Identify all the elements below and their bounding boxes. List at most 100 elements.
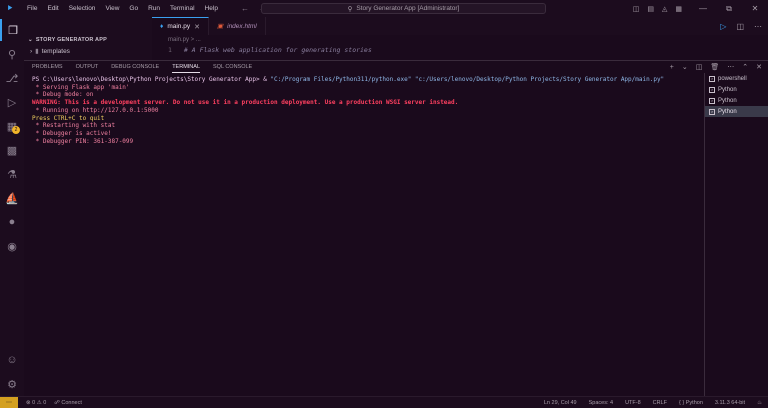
menu-bar: File Edit Selection View Go Run Terminal… (22, 0, 223, 17)
tab-label: index.html (227, 22, 257, 30)
notifications-bell-icon[interactable]: ♨ (757, 400, 762, 406)
problems-status[interactable]: ⊗ 0 ⚠ 0 (26, 400, 46, 406)
testing-icon[interactable]: ⚗ (0, 163, 24, 185)
extensions-icon[interactable]: ▦2 (0, 115, 24, 137)
folder-templates[interactable]: › ▮ templates (30, 46, 70, 56)
layout-controls: ◫ ▤ ◬ ▦ (633, 0, 682, 17)
terminal-prompt: PS C:\Users\lenovo\Desktop\Python Projec… (32, 76, 264, 83)
python-interpreter[interactable]: 3.11.3 64-bit (715, 400, 745, 406)
menu-selection[interactable]: Selection (64, 0, 101, 17)
maximize-panel-icon[interactable]: ⌃ (742, 63, 748, 71)
customize-layout-icon[interactable]: ▦ (675, 5, 682, 13)
menu-help[interactable]: Help (200, 0, 223, 17)
remote-explorer-icon[interactable]: ▩ (0, 139, 24, 161)
extensions-badge: 2 (12, 126, 20, 134)
split-terminal-icon[interactable]: ◫ (696, 63, 703, 71)
menu-file[interactable]: File (22, 0, 42, 17)
bottom-panel: PROBLEMS OUTPUT DEBUG CONSOLE TERMINAL S… (24, 60, 768, 397)
database-icon[interactable]: ● (0, 211, 24, 233)
minimize-icon[interactable]: — (690, 0, 716, 17)
settings-gear-icon[interactable]: ⚙ (0, 373, 24, 395)
toggle-secondary-sidebar-icon[interactable]: ◬ (662, 5, 667, 13)
activity-bar: ❐ ⚲ ⎇ ▷ ▦2 ▩ ⚗ ⛵ ● ◉ ☺ ⚙ (0, 17, 24, 396)
tab-debug-console[interactable]: DEBUG CONSOLE (111, 61, 159, 73)
terminal-instance-powershell[interactable]: > powershell (705, 73, 768, 84)
tab-main-py[interactable]: ♦ main.py ✕ (152, 17, 209, 35)
title-bar: ⯈ File Edit Selection View Go Run Termin… (0, 0, 768, 17)
restore-icon[interactable]: ⧉ (716, 0, 742, 17)
terminal-line: Press CTRL+C to quit (32, 114, 105, 122)
json-icon[interactable]: ◉ (0, 235, 24, 257)
python-file-icon: ♦ (160, 23, 164, 30)
run-debug-icon[interactable]: ▷ (0, 91, 24, 113)
terminal-line[interactable]: * Running on http://127.0.0.1:5000 (32, 107, 706, 115)
terminal-command-line: PS C:\Users\lenovo\Desktop\Python Projec… (32, 76, 706, 84)
back-arrow-icon[interactable]: ← (241, 4, 249, 13)
terminal-icon: > (709, 97, 715, 104)
terminal-instance-label: Python (718, 86, 737, 93)
new-terminal-icon[interactable]: + (670, 64, 674, 71)
terminal-icon: > (709, 108, 715, 115)
source-control-icon[interactable]: ⎇ (0, 67, 24, 89)
close-panel-icon[interactable]: ✕ (756, 63, 762, 71)
terminal-icon: > (709, 86, 715, 93)
split-editor-icon[interactable]: ◫ (736, 22, 744, 31)
terminal-line: * Debugger is active! (32, 129, 112, 137)
terminal-line: * Serving Flask app 'main' (32, 83, 130, 91)
more-actions-icon[interactable]: ⋯ (754, 22, 762, 31)
command-center-search[interactable]: ⚲ Story Generator App [Administrator] (261, 3, 546, 14)
menu-go[interactable]: Go (124, 0, 143, 17)
language-label: Python (685, 399, 703, 406)
status-right: Ln 29, Col 49 Spaces: 4 UTF-8 CRLF { } P… (544, 400, 762, 406)
tab-sql-console[interactable]: SQL CONSOLE (213, 61, 252, 73)
terminal-line: * Debug mode: on (32, 91, 94, 99)
account-icon[interactable]: ☺ (0, 349, 24, 371)
menu-run[interactable]: Run (143, 0, 165, 17)
cursor-position[interactable]: Ln 29, Col 49 (544, 400, 577, 406)
run-python-icon[interactable]: ▷ (720, 22, 726, 31)
tab-index-html[interactable]: ▣ index.html (209, 17, 266, 35)
breadcrumb[interactable]: main.py > ... (168, 37, 201, 43)
terminal-instance-python-active[interactable]: > Python (705, 106, 768, 117)
tab-problems[interactable]: PROBLEMS (32, 61, 63, 73)
connect-status[interactable]: ☍ Connect (54, 400, 82, 406)
terminal-instance-label: Python (718, 108, 737, 115)
close-icon[interactable]: ✕ (742, 0, 768, 17)
search-activity-icon[interactable]: ⚲ (0, 43, 24, 65)
encoding[interactable]: UTF-8 (625, 400, 641, 406)
panel-tabs: PROBLEMS OUTPUT DEBUG CONSOLE TERMINAL S… (24, 61, 768, 73)
kill-terminal-icon[interactable]: 🗑 (710, 63, 719, 71)
terminal-icon: > (709, 75, 715, 82)
terminal-output[interactable]: PS C:\Users\lenovo\Desktop\Python Projec… (32, 76, 706, 396)
explorer-header[interactable]: ⌄ STORY GENERATOR APP (24, 35, 152, 45)
menu-terminal[interactable]: Terminal (165, 0, 200, 17)
tab-terminal[interactable]: TERMINAL (172, 61, 200, 73)
vscode-logo-icon: ⯈ (6, 3, 14, 13)
indentation[interactable]: Spaces: 4 (589, 400, 613, 406)
code-comment: # A Flask web application for generating… (183, 46, 372, 54)
docker-icon[interactable]: ⛵ (0, 187, 24, 209)
toggle-sidebar-icon[interactable]: ◫ (633, 5, 640, 13)
language-mode[interactable]: { } Python (679, 400, 703, 406)
terminal-line: * Restarting with stat (32, 122, 116, 130)
code-editor[interactable]: main.py > ... 1 # A Flask web applicatio… (152, 35, 768, 60)
menu-edit[interactable]: Edit (42, 0, 63, 17)
folder-label: templates (41, 47, 70, 55)
line-ending[interactable]: CRLF (653, 400, 667, 406)
tab-close-icon[interactable]: ✕ (194, 23, 200, 31)
terminal-instance-python[interactable]: > Python (705, 95, 768, 106)
terminal-dropdown-icon[interactable]: ⌄ (682, 63, 688, 71)
terminal-instance-python[interactable]: > Python (705, 84, 768, 95)
connect-label: Connect (61, 399, 82, 406)
tab-output[interactable]: OUTPUT (76, 61, 99, 73)
folder-icon: ▮ (35, 48, 39, 55)
code-line: 1 # A Flask web application for generati… (168, 46, 372, 54)
more-icon[interactable]: ⋯ (727, 63, 734, 71)
menu-view[interactable]: View (100, 0, 124, 17)
project-title: STORY GENERATOR APP (35, 37, 107, 43)
toggle-panel-icon[interactable]: ▤ (647, 5, 654, 13)
explorer-icon[interactable]: ❐ (0, 19, 24, 41)
editor-tab-bar: ♦ main.py ✕ ▣ index.html ▷ ◫ ⋯ (152, 17, 768, 35)
explorer-sidebar: ⌄ STORY GENERATOR APP › ▮ templates (24, 17, 152, 60)
remote-indicator-icon[interactable]: ⋯ (0, 396, 18, 408)
